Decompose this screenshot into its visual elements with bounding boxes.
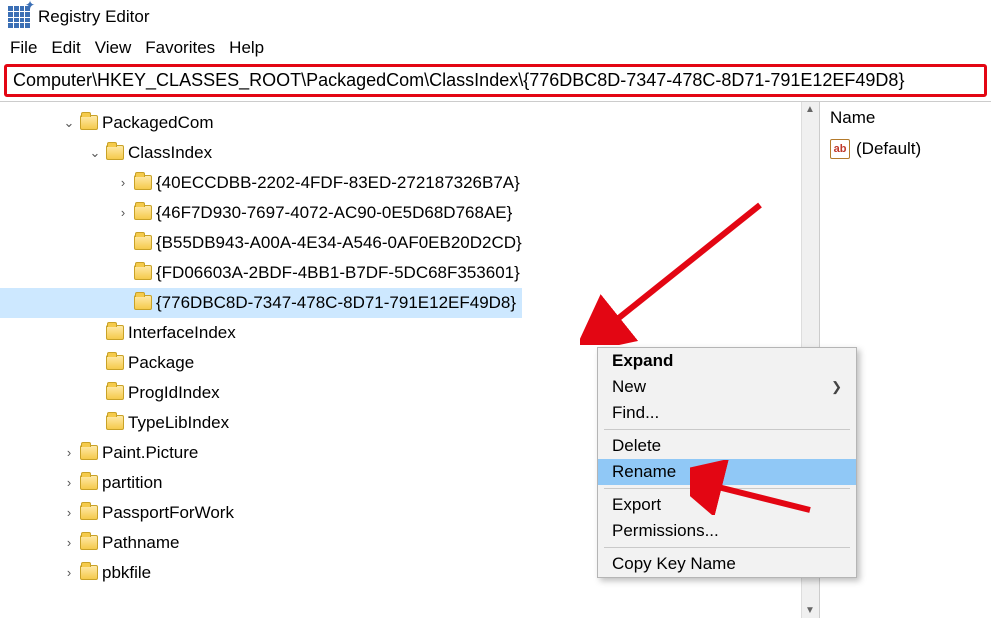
folder-icon [134, 265, 152, 280]
folder-icon [106, 145, 124, 160]
tree-item[interactable]: · {B55DB943-A00A-4E34-A546-0AF0EB20D2CD} [0, 228, 819, 258]
submenu-arrow-icon: ❯ [831, 379, 842, 395]
tree-item-label: {46F7D930-7697-4072-AC90-0E5D68D768AE} [156, 198, 512, 228]
menu-file[interactable]: File [10, 38, 37, 58]
chevron-down-icon[interactable]: ⌄ [60, 108, 78, 138]
folder-icon [80, 565, 98, 580]
ctx-find[interactable]: Find... [598, 400, 856, 426]
chevron-right-icon[interactable]: › [60, 558, 78, 588]
ctx-rename[interactable]: Rename [598, 459, 856, 485]
folder-icon [80, 505, 98, 520]
address-bar-highlight [4, 64, 987, 97]
chevron-down-icon[interactable]: ⌄ [86, 138, 104, 168]
chevron-none: · [86, 408, 104, 438]
menu-edit[interactable]: Edit [51, 38, 80, 58]
chevron-none: · [114, 288, 132, 318]
tree-item-label: ClassIndex [128, 138, 212, 168]
menu-help[interactable]: Help [229, 38, 264, 58]
tree-item-label: Pathname [102, 528, 180, 558]
column-header-name[interactable]: Name [830, 108, 981, 133]
chevron-right-icon[interactable]: › [114, 198, 132, 228]
menu-view[interactable]: View [95, 38, 132, 58]
tree-item[interactable]: ⌄ PackagedCom [0, 108, 819, 138]
tree-item[interactable]: › {46F7D930-7697-4072-AC90-0E5D68D768AE} [0, 198, 819, 228]
tree-item-label: PassportForWork [102, 498, 234, 528]
tree-item-label: Paint.Picture [102, 438, 198, 468]
folder-icon [80, 475, 98, 490]
tree-item-label: ProgIdIndex [128, 378, 220, 408]
ctx-separator [604, 488, 850, 489]
menu-favorites[interactable]: Favorites [145, 38, 215, 58]
chevron-none: · [86, 378, 104, 408]
tree-item-label: pbkfile [102, 558, 151, 588]
context-menu: Expand New❯ Find... Delete Rename Export… [597, 347, 857, 578]
chevron-right-icon[interactable]: › [60, 498, 78, 528]
ctx-separator [604, 547, 850, 548]
folder-icon [134, 175, 152, 190]
tree-item-label: {FD06603A-2BDF-4BB1-B7DF-5DC68F353601} [156, 258, 520, 288]
folder-icon [134, 235, 152, 250]
folder-icon [106, 415, 124, 430]
chevron-right-icon[interactable]: › [60, 438, 78, 468]
folder-icon [80, 115, 98, 130]
tree-item[interactable]: · {776DBC8D-7347-478C-8D71-791E12EF49D8} [0, 288, 522, 318]
folder-icon [80, 535, 98, 550]
chevron-right-icon[interactable]: › [60, 528, 78, 558]
regedit-icon: ✦ [8, 6, 30, 28]
chevron-none: · [86, 348, 104, 378]
ctx-new[interactable]: New❯ [598, 374, 856, 400]
tree-item[interactable]: · InterfaceIndex [0, 318, 819, 348]
tree-item[interactable]: ⌄ ClassIndex [0, 138, 819, 168]
tree-item-label: PackagedCom [102, 108, 214, 138]
menu-bar: File Edit View Favorites Help [0, 34, 991, 62]
tree-item-label: TypeLibIndex [128, 408, 229, 438]
chevron-none: · [114, 228, 132, 258]
ctx-delete[interactable]: Delete [598, 433, 856, 459]
tree-item-label: {776DBC8D-7347-478C-8D71-791E12EF49D8} [156, 288, 516, 318]
tree-item[interactable]: · {FD06603A-2BDF-4BB1-B7DF-5DC68F353601} [0, 258, 819, 288]
tree-item-label: {40ECCDBB-2202-4FDF-83ED-272187326B7A} [156, 168, 520, 198]
tree-item-label: InterfaceIndex [128, 318, 236, 348]
address-bar[interactable] [13, 70, 978, 91]
folder-icon [134, 295, 152, 310]
chevron-right-icon[interactable]: › [60, 468, 78, 498]
ctx-expand[interactable]: Expand [598, 348, 856, 374]
tree-item-label: {B55DB943-A00A-4E34-A546-0AF0EB20D2CD} [156, 228, 522, 258]
value-name: (Default) [856, 139, 921, 159]
window-title: Registry Editor [38, 7, 149, 27]
value-row-default[interactable]: ab (Default) [830, 139, 981, 159]
chevron-none: · [86, 318, 104, 348]
ctx-separator [604, 429, 850, 430]
folder-icon [106, 325, 124, 340]
chevron-right-icon[interactable]: › [114, 168, 132, 198]
ctx-copy-key-name[interactable]: Copy Key Name [598, 551, 856, 577]
folder-icon [134, 205, 152, 220]
folder-icon [80, 445, 98, 460]
folder-icon [106, 385, 124, 400]
tree-item[interactable]: › {40ECCDBB-2202-4FDF-83ED-272187326B7A} [0, 168, 819, 198]
folder-icon [106, 355, 124, 370]
tree-item-label: Package [128, 348, 194, 378]
tree-item-label: partition [102, 468, 162, 498]
ctx-permissions[interactable]: Permissions... [598, 518, 856, 544]
ctx-export[interactable]: Export [598, 492, 856, 518]
chevron-none: · [114, 258, 132, 288]
title-bar: ✦ Registry Editor [0, 0, 991, 34]
string-value-icon: ab [830, 139, 850, 159]
